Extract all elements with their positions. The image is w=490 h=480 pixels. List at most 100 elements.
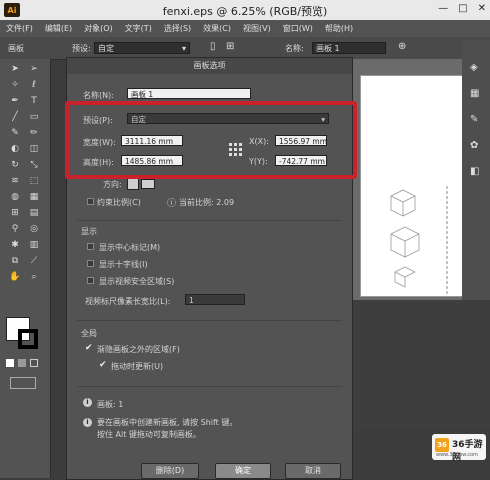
- fade-outside-label: 渐隐画板之外的区域(F): [97, 345, 180, 354]
- info-icon: i: [83, 398, 92, 407]
- none-mode-icon[interactable]: [30, 359, 38, 367]
- symbol-sprayer-icon[interactable]: ✱: [8, 239, 22, 251]
- tip-info-icon: i: [83, 418, 92, 427]
- title-bar: Ai fenxi.eps @ 6.25% (RGB/预览) — □ ✕: [0, 0, 490, 20]
- color-panel-icon[interactable]: ◈: [470, 62, 478, 73]
- preset-label: 预设:: [72, 44, 91, 53]
- lasso-icon[interactable]: ℓ: [27, 79, 41, 91]
- brand-url: www.36ppw.com: [436, 452, 479, 458]
- shape-builder-icon[interactable]: ◍: [8, 191, 22, 203]
- type-tool-icon[interactable]: T: [27, 95, 41, 107]
- pencil-tool-icon[interactable]: ✏: [27, 127, 41, 139]
- cancel-button[interactable]: 取消: [285, 463, 341, 479]
- selection-tool-icon[interactable]: ➤: [8, 63, 22, 75]
- mode-label: 画板: [8, 44, 24, 53]
- name-input[interactable]: 画板 1: [312, 42, 386, 54]
- preset-select[interactable]: 自定 ▾: [94, 42, 190, 54]
- move-copy-icon[interactable]: ⊕: [398, 41, 406, 52]
- divider: [77, 220, 342, 221]
- blob-brush-icon[interactable]: ◐: [8, 143, 22, 155]
- blend-tool-icon[interactable]: ◎: [27, 223, 41, 235]
- rotate-tool-icon[interactable]: ↻: [8, 159, 22, 171]
- toolbox: ➤ ➢ ✧ ℓ ✒ T ╱ ▭ ✎ ✏ ◐ ◫ ↻ ⤡ ≋ ⬚ ◍ ▦ ⊞ ▤ …: [0, 59, 51, 478]
- show-crosshairs-label: 显示十字线(I): [99, 260, 148, 269]
- tip-line-2: 按住 Alt 键拖动可复制画板。: [97, 430, 201, 439]
- direct-selection-tool-icon[interactable]: ➢: [27, 63, 41, 75]
- swatches-panel-icon[interactable]: ▦: [470, 88, 479, 99]
- slice-tool-icon[interactable]: ⟋: [27, 255, 41, 267]
- line-tool-icon[interactable]: ╱: [8, 111, 22, 123]
- show-video-safe-checkbox[interactable]: [87, 277, 94, 284]
- menu-object[interactable]: 对象(O): [84, 23, 113, 34]
- menu-help[interactable]: 帮助(H): [325, 23, 353, 34]
- color-mode-icon[interactable]: [6, 359, 14, 367]
- tip-line-1: 要在画板中创建新画板, 请按 Shift 键。: [97, 418, 238, 427]
- bottom-panel: [352, 300, 490, 430]
- right-panel-strip: ◈ ▦ ✎ ✿ ◧: [462, 40, 490, 340]
- show-center-label: 显示中心标记(M): [99, 243, 161, 252]
- scale-tool-icon[interactable]: ⤡: [27, 159, 41, 171]
- brand-logo-icon: 36: [435, 438, 449, 452]
- menu-file[interactable]: 文件(F): [6, 23, 33, 34]
- orientation-label: 方向:: [103, 180, 122, 189]
- menu-window[interactable]: 窗口(W): [283, 23, 313, 34]
- name-label: 名称(N):: [83, 91, 114, 100]
- divider: [77, 320, 342, 321]
- orientation-icon[interactable]: ▯: [210, 41, 216, 52]
- artboard-name-input[interactable]: 画板 1: [127, 88, 251, 99]
- eyedropper-icon[interactable]: ⚲: [8, 223, 22, 235]
- highlight-box: [65, 101, 357, 179]
- new-artboard-icon[interactable]: ⊞: [226, 41, 234, 52]
- ok-button[interactable]: 确定: [215, 463, 271, 479]
- divider: [77, 386, 342, 387]
- screen-mode-icon[interactable]: [10, 377, 36, 389]
- menu-type[interactable]: 文字(T): [125, 23, 152, 34]
- show-video-safe-label: 显示视频安全区域(S): [99, 277, 175, 286]
- window-title: fenxi.eps @ 6.25% (RGB/预览): [162, 5, 328, 18]
- menu-view[interactable]: 视图(V): [243, 23, 271, 34]
- warp-tool-icon[interactable]: ≋: [8, 175, 22, 187]
- brand-name: 36手游网: [452, 440, 483, 463]
- chevron-down-icon: ▾: [181, 44, 186, 53]
- mesh-tool-icon[interactable]: ⊞: [8, 207, 22, 219]
- delete-button[interactable]: 删除(D): [141, 463, 199, 479]
- zoom-tool-icon[interactable]: ⌕: [27, 271, 41, 283]
- landscape-icon[interactable]: [141, 179, 155, 189]
- gradient-mode-icon[interactable]: [18, 359, 26, 367]
- eraser-tool-icon[interactable]: ◫: [27, 143, 41, 155]
- artboard-tool-icon[interactable]: ⧉: [8, 255, 22, 267]
- name-label: 名称:: [285, 44, 304, 53]
- display-section-title: 显示: [81, 227, 97, 236]
- brush-tool-icon[interactable]: ✎: [8, 127, 22, 139]
- global-section-title: 全局: [81, 329, 97, 338]
- update-drag-label: 拖动时更新(U): [111, 362, 164, 371]
- maximize-button[interactable]: □: [458, 3, 467, 14]
- video-ruler-input[interactable]: 1: [185, 294, 245, 305]
- site-watermark: 36 36手游网 www.36ppw.com: [432, 434, 486, 463]
- constrain-label: 约束比例(C): [97, 198, 141, 207]
- rectangle-tool-icon[interactable]: ▭: [27, 111, 41, 123]
- pen-tool-icon[interactable]: ✒: [8, 95, 22, 107]
- current-ratio-label: 当前比例: 2.09: [179, 198, 235, 207]
- magic-wand-icon[interactable]: ✧: [8, 79, 22, 91]
- stroke-swatch[interactable]: [18, 329, 38, 349]
- free-transform-icon[interactable]: ⬚: [27, 175, 41, 187]
- close-button[interactable]: ✕: [478, 3, 486, 14]
- brushes-panel-icon[interactable]: ✎: [470, 114, 478, 125]
- ratio-info-icon: ⓘ: [167, 199, 177, 209]
- perspective-grid-icon[interactable]: ▦: [27, 191, 41, 203]
- update-drag-checkbox[interactable]: ✔: [99, 360, 107, 370]
- menu-select[interactable]: 选择(S): [164, 23, 191, 34]
- minimize-button[interactable]: —: [438, 3, 448, 14]
- hand-tool-icon[interactable]: ✋: [8, 271, 22, 283]
- constrain-checkbox[interactable]: [87, 198, 94, 205]
- graph-tool-icon[interactable]: ▥: [27, 239, 41, 251]
- menu-effect[interactable]: 效果(C): [203, 23, 231, 34]
- show-crosshairs-checkbox[interactable]: [87, 260, 94, 267]
- gradient-tool-icon[interactable]: ▤: [27, 207, 41, 219]
- menu-edit[interactable]: 编辑(E): [45, 23, 72, 34]
- show-center-checkbox[interactable]: [87, 243, 94, 250]
- layers-panel-icon[interactable]: ◧: [470, 166, 479, 177]
- symbols-panel-icon[interactable]: ✿: [470, 140, 478, 151]
- fade-outside-checkbox[interactable]: ✔: [85, 343, 93, 353]
